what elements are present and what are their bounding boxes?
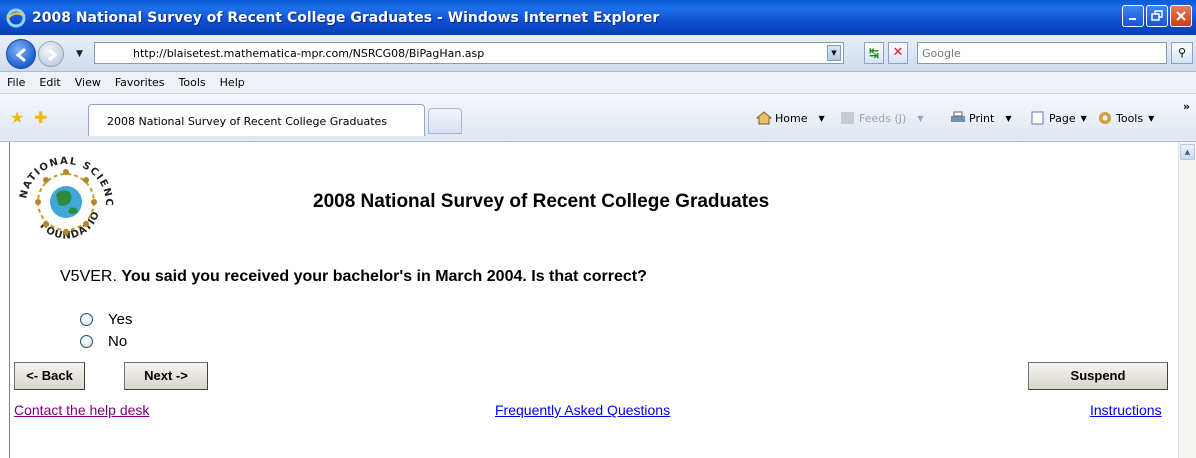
chevron-down-icon: ▼	[1148, 113, 1155, 123]
menu-bar: File Edit View Favorites Tools Help	[0, 72, 1196, 94]
back-button[interactable]: <- Back	[14, 362, 85, 390]
address-toolbar: ▼ http://blaisetest.mathematica-mpr.com/…	[0, 35, 1196, 72]
restore-icon	[1151, 10, 1163, 21]
tab-label: 2008 National Survey of Recent College G…	[107, 115, 388, 128]
faq-link[interactable]: Frequently Asked Questions	[495, 402, 670, 418]
menu-file[interactable]: File	[0, 76, 32, 89]
page-label: Page	[1049, 111, 1076, 125]
print-button[interactable]: Print ▼	[950, 111, 1011, 125]
favorites-star-icon[interactable]: ★	[10, 108, 24, 127]
question-text: You said you received your bachelor's in…	[121, 268, 647, 285]
home-label: Home	[775, 111, 808, 125]
stop-button[interactable]: ✕	[888, 42, 908, 64]
tools-button[interactable]: Tools ▼	[1097, 111, 1154, 125]
rss-icon	[841, 112, 854, 124]
window-title: 2008 National Survey of Recent College G…	[32, 9, 660, 26]
option-no-label: No	[108, 333, 128, 350]
tab-active[interactable]: 2008 National Survey of Recent College G…	[88, 104, 425, 136]
feeds-label: Feeds (J)	[859, 111, 907, 125]
command-bar: ★ ✚ 2008 National Survey of Recent Colle…	[0, 94, 1196, 142]
next-button[interactable]: Next ->	[124, 362, 208, 390]
add-favorites-icon[interactable]: ✚	[34, 108, 47, 127]
search-input[interactable]	[922, 44, 1162, 62]
page-title: 2008 National Survey of Recent College G…	[313, 191, 770, 212]
page-button[interactable]: Page ▼	[1030, 111, 1087, 125]
option-no[interactable]: No	[80, 333, 127, 350]
overflow-chevron-icon[interactable]: »	[1183, 100, 1190, 113]
menu-tools[interactable]: Tools	[172, 76, 213, 89]
new-tab-button[interactable]	[428, 108, 462, 134]
print-label: Print	[969, 111, 995, 125]
option-yes[interactable]: Yes	[80, 311, 132, 328]
home-button[interactable]: Home ▼	[756, 111, 825, 125]
nsf-logo: NATIONAL SCIENCE FOUNDATION	[14, 148, 113, 242]
menu-view[interactable]: View	[68, 76, 108, 89]
page-icon	[1031, 111, 1044, 125]
instructions-link[interactable]: Instructions	[1090, 402, 1162, 418]
chevron-down-icon: ▼	[1005, 113, 1012, 123]
search-box[interactable]	[917, 42, 1167, 64]
suspend-button[interactable]: Suspend	[1028, 362, 1168, 390]
url-dropdown-icon[interactable]: ▼	[827, 45, 841, 61]
back-nav-button[interactable]	[6, 39, 36, 69]
maximize-button[interactable]	[1146, 5, 1168, 27]
question-id: V5VER.	[60, 268, 117, 285]
vertical-scrollbar[interactable]: ▲	[1178, 142, 1196, 458]
feeds-button[interactable]: Feeds (J) ▼	[840, 111, 923, 125]
url-field[interactable]: http://blaisetest.mathematica-mpr.com/NS…	[94, 42, 844, 64]
radio-yes[interactable]	[80, 313, 93, 326]
help-desk-link[interactable]: Contact the help desk	[14, 402, 149, 418]
chevron-down-icon: ▼	[818, 113, 825, 123]
option-yes-label: Yes	[108, 311, 133, 328]
question: V5VER. You said you received your bachel…	[60, 268, 647, 286]
menu-help[interactable]: Help	[213, 76, 252, 89]
title-bar: 2008 National Survey of Recent College G…	[0, 0, 1196, 35]
minimize-button[interactable]	[1122, 5, 1144, 27]
search-button[interactable]: ⚲	[1171, 42, 1193, 64]
close-icon	[1176, 11, 1186, 21]
url-text: http://blaisetest.mathematica-mpr.com/NS…	[133, 47, 485, 60]
ie-logo-icon	[6, 8, 26, 27]
search-icon: ⚲	[1177, 46, 1187, 59]
tools-label: Tools	[1116, 111, 1144, 125]
menu-edit[interactable]: Edit	[32, 76, 67, 89]
gear-icon	[1099, 112, 1111, 124]
scroll-up-icon[interactable]: ▲	[1180, 144, 1195, 160]
close-button[interactable]	[1170, 5, 1192, 27]
minimize-icon	[1129, 18, 1136, 20]
stop-icon: ✕	[892, 45, 904, 60]
chevron-down-icon: ▼	[917, 113, 924, 123]
refresh-icon: ↹	[868, 46, 880, 60]
radio-no[interactable]	[80, 335, 93, 348]
refresh-button[interactable]: ↹	[864, 42, 884, 64]
history-dropdown-icon[interactable]: ▼	[76, 49, 83, 59]
window-controls	[1122, 5, 1192, 27]
menu-favorites[interactable]: Favorites	[108, 76, 172, 89]
forward-nav-button[interactable]	[38, 41, 64, 67]
arrow-left-icon	[15, 47, 26, 63]
chevron-down-icon: ▼	[1080, 113, 1087, 123]
arrow-right-icon	[48, 48, 58, 62]
printer-icon	[951, 111, 965, 122]
home-icon	[756, 111, 772, 125]
